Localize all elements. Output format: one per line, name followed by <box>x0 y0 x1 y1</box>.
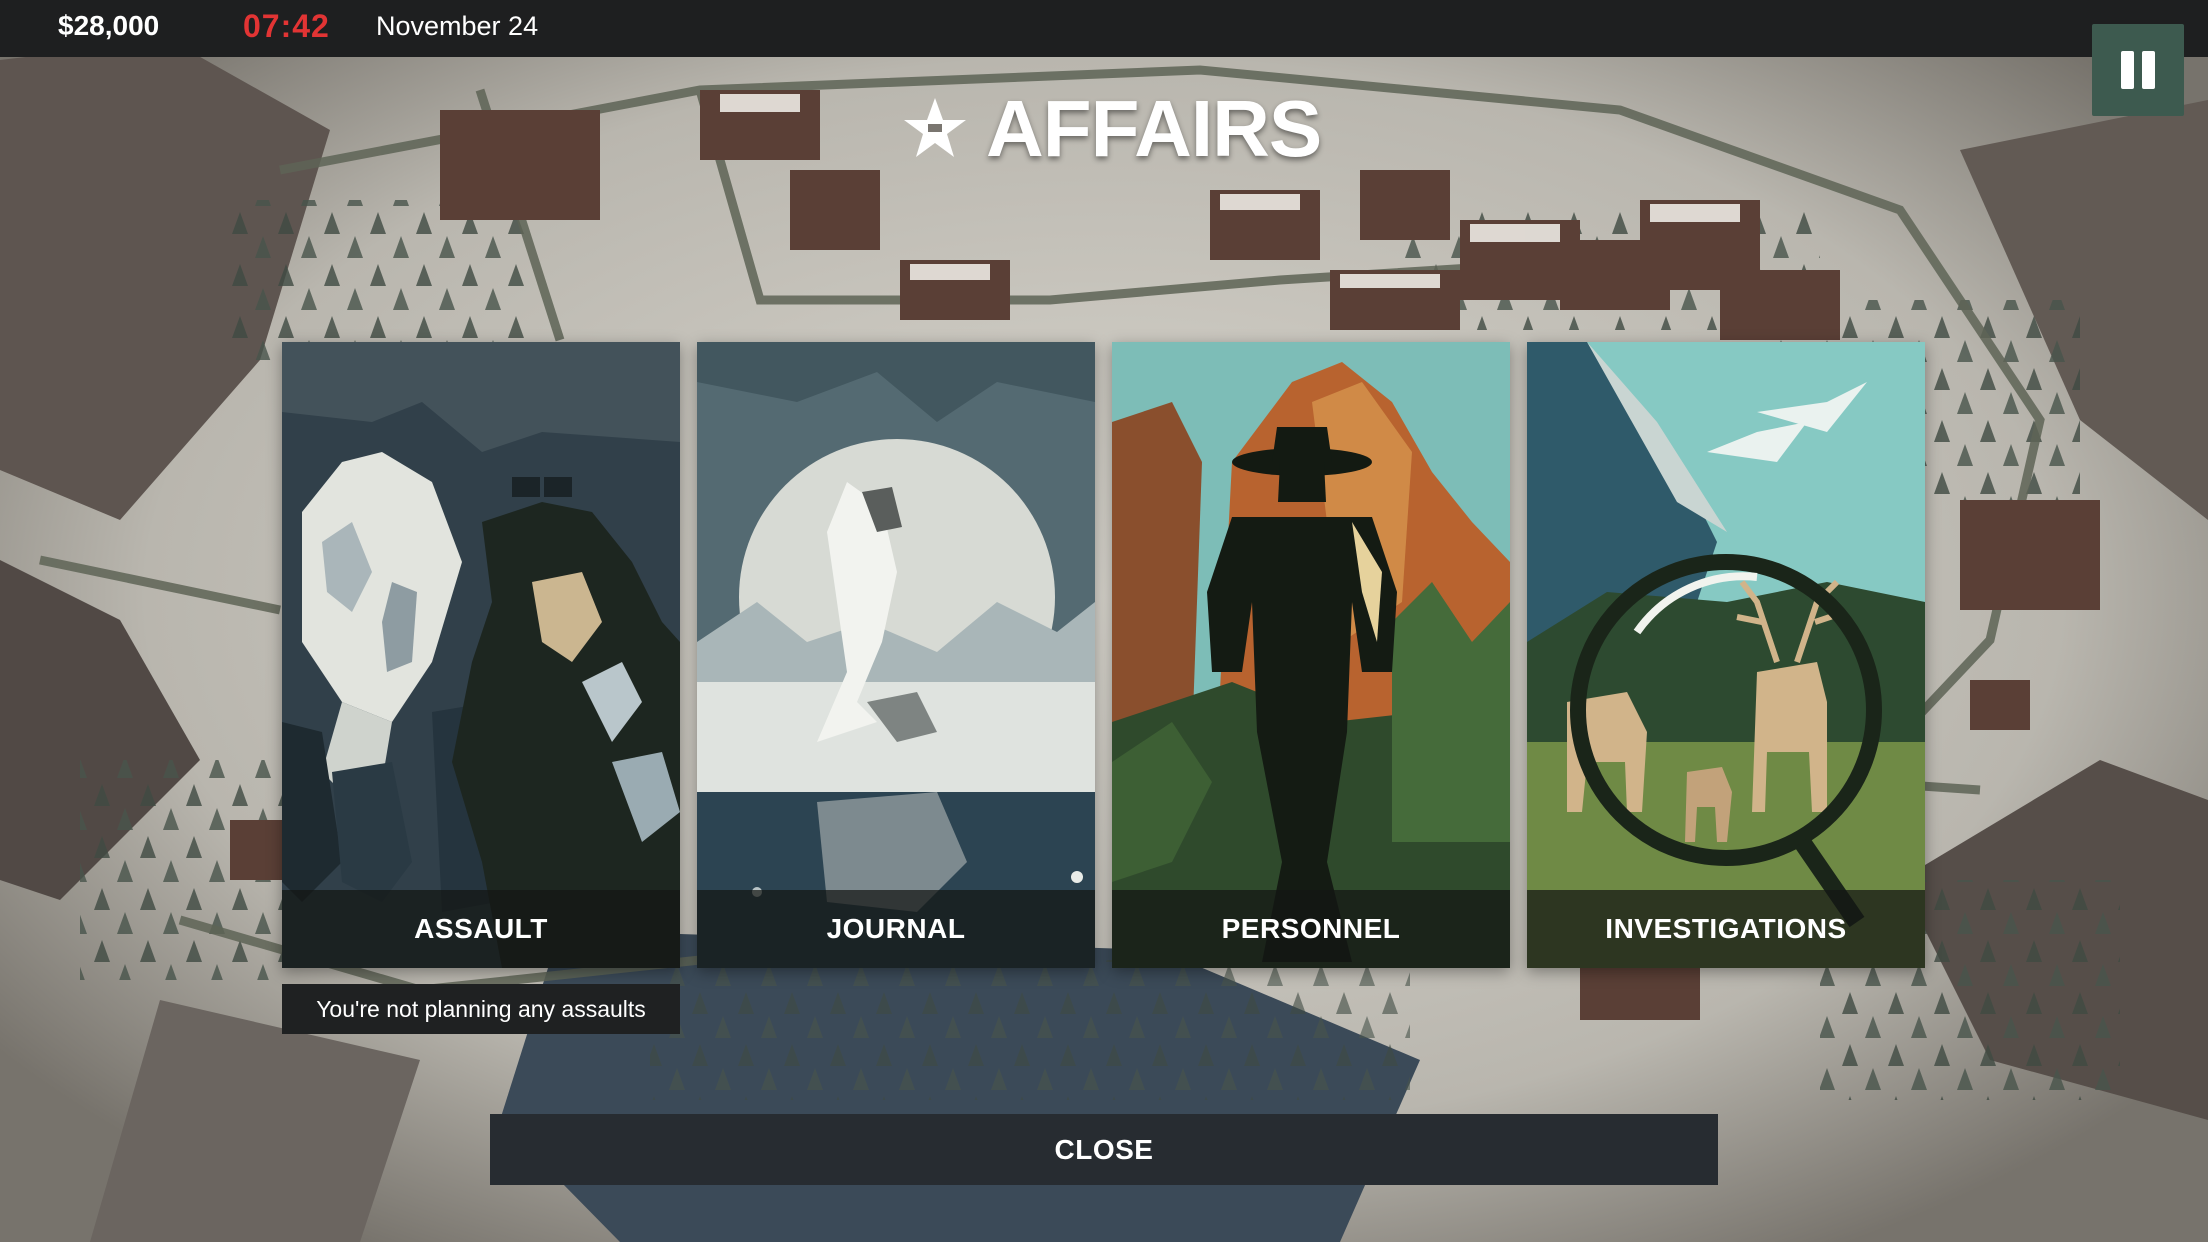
journal-illustration <box>697 342 1095 968</box>
money-display: $28,000 <box>58 10 160 41</box>
close-button[interactable]: CLOSE <box>490 1114 1718 1185</box>
assault-status-note: You're not planning any assaults <box>282 984 680 1034</box>
card-label: PERSONNEL <box>1112 890 1510 968</box>
card-label: INVESTIGATIONS <box>1527 890 1925 968</box>
page-title: AFFAIRS <box>986 84 1322 173</box>
assault-card[interactable]: ASSAULT <box>282 342 680 968</box>
investigations-card[interactable]: INVESTIGATIONS <box>1527 342 1925 968</box>
pause-button[interactable] <box>2092 24 2184 116</box>
screen-title: AFFAIRS <box>900 84 1322 174</box>
status-bar: $28,000 07:42 November 24 <box>0 0 2208 57</box>
star-badge-icon <box>904 98 966 157</box>
card-label: ASSAULT <box>282 890 680 968</box>
personnel-card[interactable]: PERSONNEL <box>1112 342 1510 968</box>
personnel-illustration <box>1112 342 1510 968</box>
assault-illustration <box>282 342 680 968</box>
time-display: 07:42 <box>243 8 330 44</box>
journal-card[interactable]: JOURNAL <box>697 342 1095 968</box>
date-display: November 24 <box>376 11 539 41</box>
card-label: JOURNAL <box>697 890 1095 968</box>
investigations-illustration <box>1527 342 1925 968</box>
